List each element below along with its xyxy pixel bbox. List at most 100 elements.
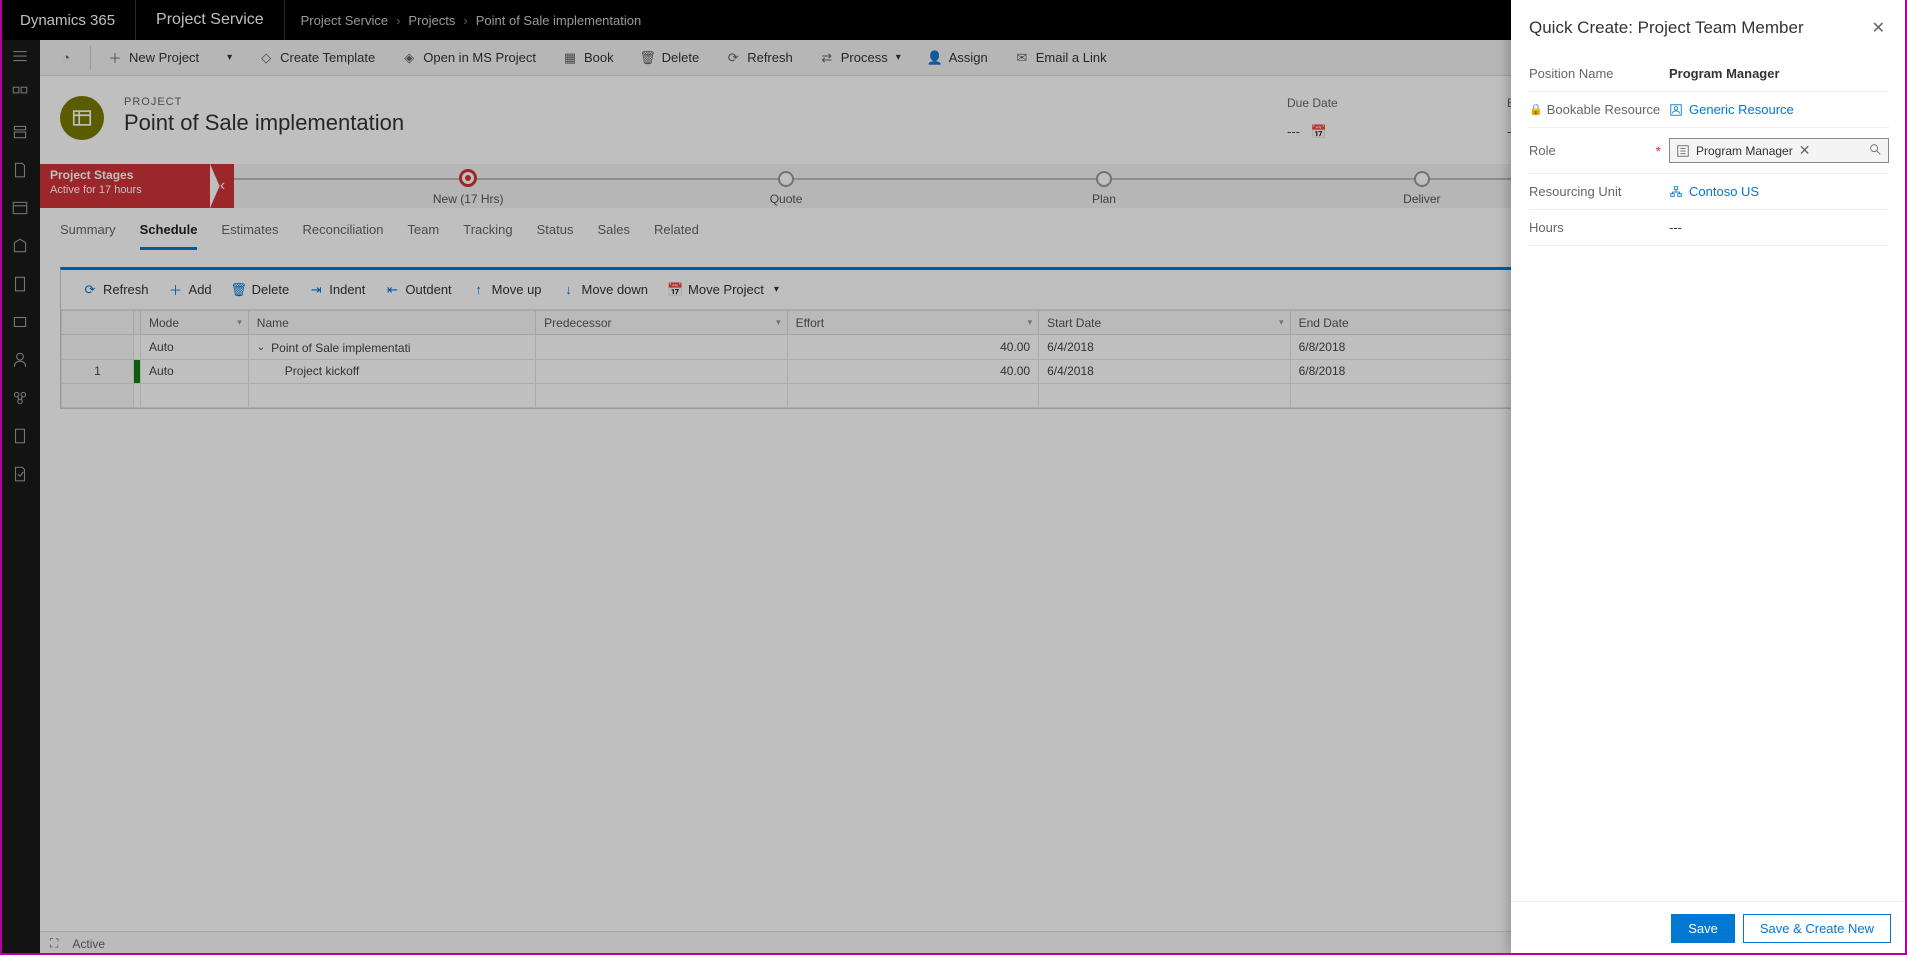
close-button[interactable]: ✕ [1868, 14, 1889, 42]
nav-item-icon[interactable] [10, 312, 30, 332]
search-icon[interactable] [1868, 142, 1882, 159]
stage-collapse-button[interactable]: ‹ [210, 164, 234, 208]
sched-refresh-button[interactable]: ⟳Refresh [75, 278, 157, 301]
nav-item-icon[interactable] [10, 84, 30, 104]
cell-effort[interactable]: 40.00 [787, 359, 1038, 383]
nav-item-icon[interactable] [10, 198, 30, 218]
sched-movedown-button[interactable]: ↓Move down [554, 278, 656, 301]
cell-end[interactable]: 6/8/2018 [1290, 359, 1541, 383]
tab-status[interactable]: Status [537, 222, 574, 250]
arrow-up-icon: ↑ [472, 283, 486, 297]
new-project-button[interactable]: ＋New Project [97, 40, 209, 76]
tab-team[interactable]: Team [407, 222, 439, 250]
col-mode[interactable]: Mode▾ [141, 311, 249, 335]
tab-related[interactable]: Related [654, 222, 699, 250]
sched-moveproject-button[interactable]: 📅Move Project▾ [660, 278, 787, 301]
app-name[interactable]: Project Service [136, 0, 285, 40]
tab-schedule[interactable]: Schedule [140, 222, 198, 250]
cell-pred[interactable] [536, 359, 787, 383]
refresh-button[interactable]: ⟳Refresh [715, 40, 803, 76]
person-icon[interactable] [10, 350, 30, 370]
col-effort[interactable]: Effort▾ [787, 311, 1038, 335]
position-name-value[interactable]: Program Manager [1669, 66, 1889, 81]
cell-marker [133, 335, 140, 360]
col-name[interactable]: Name [248, 311, 535, 335]
hours-label: Hours [1529, 220, 1669, 235]
refresh-icon: ⟳ [83, 283, 97, 297]
col-start[interactable]: Start Date▾ [1039, 311, 1290, 335]
sched-indent-button[interactable]: ⇥Indent [301, 278, 373, 301]
delete-button[interactable]: 🗑Delete [630, 40, 710, 76]
sched-delete-button[interactable]: 🗑Delete [224, 278, 298, 301]
col-rownum[interactable] [62, 311, 134, 335]
nav-item-icon[interactable] [10, 160, 30, 180]
bookable-value[interactable]: Generic Resource [1669, 102, 1889, 117]
create-template-label: Create Template [280, 50, 375, 65]
stage-title: Project Stages [50, 168, 200, 182]
cell-pred[interactable] [536, 335, 787, 360]
nav-item-icon[interactable] [10, 464, 30, 484]
hours-value[interactable]: --- [1669, 220, 1889, 235]
process-button[interactable]: ⇄Process▾ [809, 40, 911, 76]
nav-item-icon[interactable] [10, 236, 30, 256]
col-end[interactable]: End Date▾ [1290, 311, 1541, 335]
cell-end[interactable]: 6/8/2018 [1290, 335, 1541, 360]
tab-tracking[interactable]: Tracking [463, 222, 512, 250]
sort-icon[interactable]: ▾ [1279, 317, 1284, 328]
expand-icon[interactable]: ⛶ [50, 936, 58, 951]
hamburger-icon[interactable] [10, 46, 30, 66]
chevron-down-icon[interactable]: ⌄ [257, 342, 265, 353]
sort-icon[interactable]: ▾ [776, 317, 781, 328]
stage-node-new[interactable] [459, 169, 477, 187]
save-button[interactable]: Save [1671, 914, 1735, 943]
tab-summary[interactable]: Summary [60, 222, 116, 250]
cell-start[interactable]: 6/4/2018 [1039, 359, 1290, 383]
nav-item-icon[interactable] [10, 274, 30, 294]
sched-moveup-button[interactable]: ↑Move up [464, 278, 550, 301]
sched-add-button[interactable]: ＋Add [161, 278, 220, 301]
open-ms-project-button[interactable]: ◈Open in MS Project [391, 40, 546, 76]
col-predecessor[interactable]: Predecessor▾ [536, 311, 787, 335]
cell-start[interactable]: 6/4/2018 [1039, 335, 1290, 360]
create-template-button[interactable]: ◇Create Template [248, 40, 385, 76]
project-icon [60, 96, 104, 140]
cell-rownum[interactable]: 1 [62, 359, 134, 383]
cell-name[interactable]: ⌄Point of Sale implementati [248, 335, 535, 360]
stage-node-plan[interactable] [1096, 171, 1112, 187]
tab-reconciliation[interactable]: Reconciliation [303, 222, 384, 250]
unit-value[interactable]: Contoso US [1669, 184, 1889, 199]
new-project-split[interactable]: ▾ [215, 40, 242, 76]
recent-button[interactable]: ◔ [48, 40, 84, 76]
email-link-button[interactable]: ✉Email a Link [1004, 40, 1117, 76]
breadcrumb-item[interactable]: Project Service [301, 13, 388, 28]
nav-item-icon[interactable] [10, 426, 30, 446]
cell-mode[interactable]: Auto [141, 335, 249, 360]
nav-item-icon[interactable] [10, 122, 30, 142]
chevron-down-icon: ▾ [896, 52, 901, 63]
stage-node-deliver[interactable] [1414, 171, 1430, 187]
save-create-new-button[interactable]: Save & Create New [1743, 914, 1891, 943]
book-button[interactable]: ▦Book [552, 40, 624, 76]
stage-node-quote[interactable] [778, 171, 794, 187]
sched-outdent-button[interactable]: ⇤Outdent [377, 278, 459, 301]
assign-button[interactable]: 👤Assign [917, 40, 998, 76]
cell-rownum[interactable] [62, 335, 134, 360]
tab-sales[interactable]: Sales [597, 222, 630, 250]
remove-tag-button[interactable]: ✕ [1799, 142, 1811, 159]
role-lookup[interactable]: Program Manager ✕ [1669, 138, 1889, 163]
calendar-icon: 📅 [668, 283, 682, 297]
breadcrumb-item[interactable]: Point of Sale implementation [476, 13, 641, 28]
mail-icon: ✉ [1014, 50, 1030, 66]
nav-item-icon[interactable] [10, 388, 30, 408]
breadcrumb-item[interactable]: Projects [408, 13, 455, 28]
calendar-icon[interactable]: 📅 [1311, 124, 1327, 139]
due-date-value: --- [1287, 124, 1300, 139]
cell-mode[interactable]: Auto [141, 359, 249, 383]
cell-effort[interactable]: 40.00 [787, 335, 1038, 360]
sort-icon[interactable]: ▾ [237, 317, 242, 328]
tab-estimates[interactable]: Estimates [221, 222, 278, 250]
sort-icon[interactable]: ▾ [1028, 317, 1033, 328]
brand-label[interactable]: Dynamics 365 [0, 0, 136, 40]
cell-name[interactable]: Project kickoff [248, 359, 535, 383]
unit-label: Resourcing Unit [1529, 184, 1669, 199]
